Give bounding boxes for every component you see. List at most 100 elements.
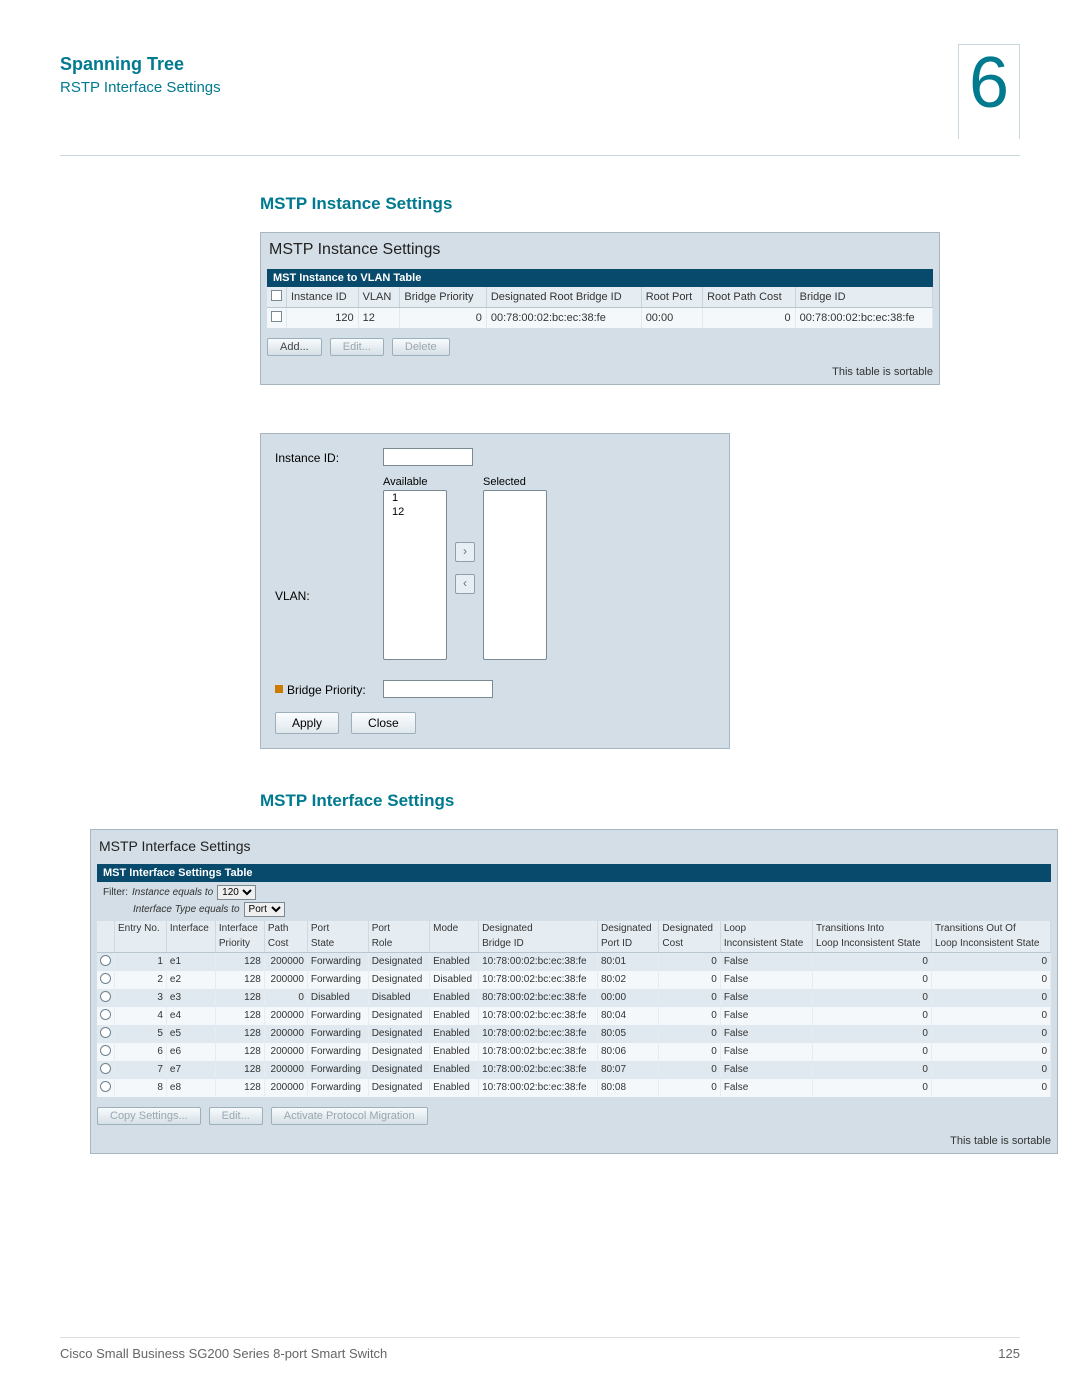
cell: 1	[115, 952, 167, 971]
cell: Designated	[368, 952, 429, 971]
mstp-instance-dialog: Instance ID: Available 112 › ‹ Selected	[260, 433, 730, 749]
selected-listbox[interactable]	[483, 490, 547, 660]
edit-button[interactable]: Edit...	[330, 338, 384, 356]
col-subhead	[97, 936, 115, 952]
table-row[interactable]: 8e8128200000ForwardingDesignatedEnabled1…	[97, 1079, 1051, 1097]
col-head[interactable]: Path	[264, 921, 307, 937]
cell: 0	[931, 1025, 1050, 1043]
available-listbox[interactable]: 112	[383, 490, 447, 660]
row-radio[interactable]	[100, 1009, 111, 1020]
col-vlan[interactable]: VLAN	[358, 287, 400, 308]
selected-label: Selected	[483, 476, 547, 488]
bridge-priority-input[interactable]	[383, 680, 493, 698]
filter-iftype-select[interactable]: Port	[244, 902, 285, 917]
sortable-note: This table is sortable	[261, 364, 939, 384]
mstp-instance-panel: MSTP Instance Settings MST Instance to V…	[260, 232, 940, 385]
cell: Enabled	[430, 1025, 479, 1043]
activate-protocol-migration-button[interactable]: Activate Protocol Migration	[271, 1107, 428, 1125]
cell	[97, 971, 115, 989]
cell: 0	[931, 1043, 1050, 1061]
row-checkbox[interactable]	[271, 311, 282, 322]
col-head[interactable]: Transitions Out Of	[931, 921, 1050, 937]
col-bridge-priority[interactable]: Bridge Priority	[400, 287, 486, 308]
cell: e8	[166, 1079, 215, 1097]
cell: False	[720, 971, 812, 989]
row-radio[interactable]	[100, 1045, 111, 1056]
bridge-priority-label: Bridge Priority:	[287, 683, 366, 697]
row-radio[interactable]	[100, 1027, 111, 1038]
table-row[interactable]: 2e2128200000ForwardingDesignatedDisabled…	[97, 971, 1051, 989]
cell: Designated	[368, 971, 429, 989]
cell: 8	[115, 1079, 167, 1097]
row-radio[interactable]	[100, 973, 111, 984]
delete-button[interactable]: Delete	[392, 338, 450, 356]
cell: Enabled	[430, 952, 479, 971]
cell: 0	[813, 1061, 932, 1079]
col-head[interactable]: Interface	[166, 921, 215, 937]
col-subhead: Port ID	[598, 936, 659, 952]
row-radio[interactable]	[100, 1063, 111, 1074]
cell: 0	[659, 1079, 720, 1097]
col-head[interactable]: Designated	[479, 921, 598, 937]
table-row[interactable]: 6e6128200000ForwardingDesignatedEnabled1…	[97, 1043, 1051, 1061]
panel-title: MSTP Instance Settings	[261, 233, 939, 269]
cell: Designated	[368, 1043, 429, 1061]
cell: Designated	[368, 1025, 429, 1043]
row-radio[interactable]	[100, 955, 111, 966]
col-subhead: Priority	[215, 936, 264, 952]
row-radio[interactable]	[100, 1081, 111, 1092]
cell: 200000	[264, 1061, 307, 1079]
col-head[interactable]: Interface	[215, 921, 264, 937]
cell: 0	[659, 1007, 720, 1025]
instance-id-input[interactable]	[383, 448, 473, 466]
table-row[interactable]: 1e1128200000ForwardingDesignatedEnabled1…	[97, 952, 1051, 971]
col-subhead	[430, 936, 479, 952]
cell: Disabled	[368, 989, 429, 1007]
cell: Designated	[368, 1007, 429, 1025]
table-row[interactable]: 5e5128200000ForwardingDesignatedEnabled1…	[97, 1025, 1051, 1043]
col-head[interactable]: Transitions Into	[813, 921, 932, 937]
mstp-interface-panel: MSTP Interface Settings MST Interface Se…	[90, 829, 1058, 1154]
col-head[interactable]: Port	[307, 921, 368, 937]
col-head[interactable]: Entry No.	[115, 921, 167, 937]
table-row[interactable]: 4e4128200000ForwardingDesignatedEnabled1…	[97, 1007, 1051, 1025]
filter-instance-text: Instance equals to	[132, 887, 213, 898]
footer-left: Cisco Small Business SG200 Series 8-port…	[60, 1346, 387, 1361]
filter-iftype-text: Interface Type equals to	[133, 904, 240, 915]
cell: Enabled	[430, 989, 479, 1007]
cell: e7	[166, 1061, 215, 1079]
move-left-button[interactable]: ‹	[455, 574, 475, 594]
close-button[interactable]: Close	[351, 712, 416, 734]
cell: 5	[115, 1025, 167, 1043]
cell-root-path-cost: 0	[703, 307, 796, 328]
col-instance-id[interactable]: Instance ID	[287, 287, 359, 308]
table-row[interactable]: 3e31280DisabledDisabledEnabled80:78:00:0…	[97, 989, 1051, 1007]
cell: e6	[166, 1043, 215, 1061]
add-button[interactable]: Add...	[267, 338, 322, 356]
col-head[interactable]	[97, 921, 115, 937]
apply-button[interactable]: Apply	[275, 712, 339, 734]
col-root-bridge-id[interactable]: Designated Root Bridge ID	[486, 287, 641, 308]
col-head[interactable]: Port	[368, 921, 429, 937]
cell: 0	[659, 1061, 720, 1079]
cell: 80:07	[598, 1061, 659, 1079]
table-header-row: Instance ID VLAN Bridge Priority Designa…	[267, 287, 933, 308]
col-root-port[interactable]: Root Port	[641, 287, 702, 308]
col-root-path-cost[interactable]: Root Path Cost	[703, 287, 796, 308]
panel-title: MSTP Interface Settings	[91, 830, 1057, 864]
col-head[interactable]: Loop	[720, 921, 812, 937]
filter-instance-select[interactable]: 120	[217, 885, 256, 900]
table-row[interactable]: 120 12 0 00:78:00:02:bc:ec:38:fe 00:00 0…	[267, 307, 933, 328]
edit-button[interactable]: Edit...	[209, 1107, 263, 1125]
col-head[interactable]: Mode	[430, 921, 479, 937]
col-head[interactable]: Designated	[598, 921, 659, 937]
move-right-button[interactable]: ›	[455, 542, 475, 562]
table-header-row-2: PriorityCostStateRoleBridge IDPort IDCos…	[97, 936, 1051, 952]
select-all-checkbox[interactable]	[271, 290, 282, 301]
row-radio[interactable]	[100, 991, 111, 1002]
col-head[interactable]: Designated	[659, 921, 720, 937]
table-row[interactable]: 7e7128200000ForwardingDesignatedEnabled1…	[97, 1061, 1051, 1079]
col-subhead: State	[307, 936, 368, 952]
copy-settings-button[interactable]: Copy Settings...	[97, 1107, 201, 1125]
col-bridge-id[interactable]: Bridge ID	[795, 287, 932, 308]
